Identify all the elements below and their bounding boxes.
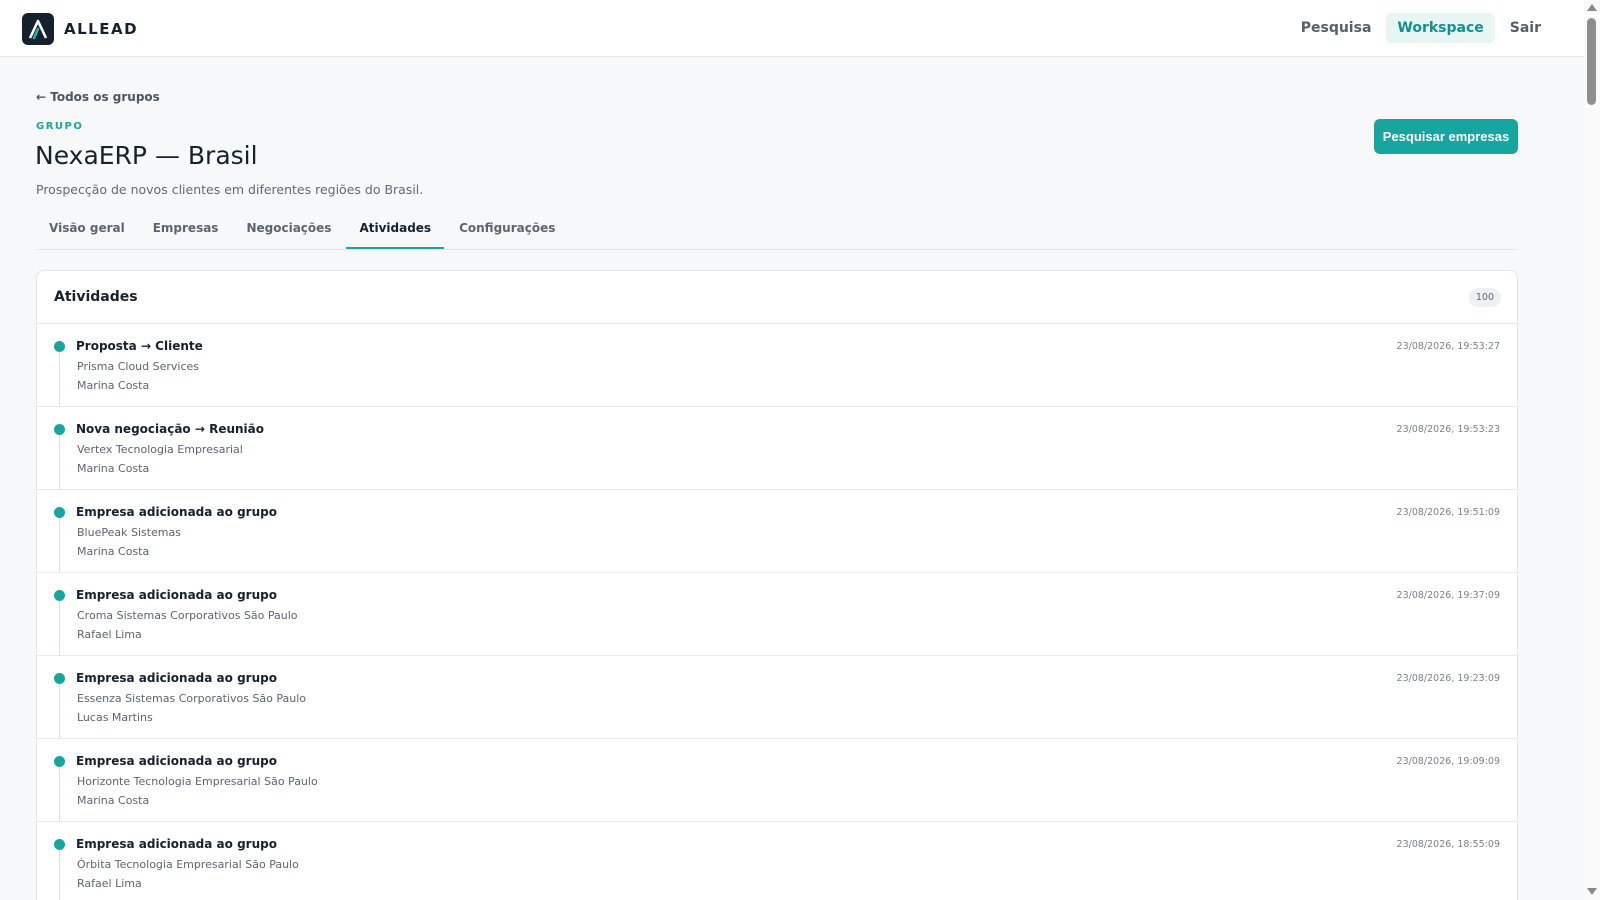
activity-title: Empresa adicionada ao grupo: [76, 837, 277, 851]
page-title: NexaERP — Brasil: [35, 141, 258, 170]
activity-dot-icon: [54, 590, 65, 601]
timeline-rail: [59, 684, 60, 739]
activity-title: Empresa adicionada ao grupo: [76, 588, 277, 602]
activity-dot-icon: [54, 424, 65, 435]
activity-item[interactable]: Empresa adicionada ao grupo Croma Sistem…: [37, 573, 1517, 656]
search-companies-button[interactable]: Pesquisar empresas: [1374, 119, 1518, 154]
tab-configuracoes[interactable]: Configurações: [446, 212, 568, 249]
activities-card-header: Atividades 100: [37, 271, 1517, 324]
activity-dot-icon: [54, 673, 65, 684]
timeline-rail: [59, 767, 60, 822]
activity-dot-icon: [54, 756, 65, 767]
activity-item[interactable]: Empresa adicionada ao grupo Órbita Tecno…: [37, 822, 1517, 900]
brand-name: ALLEAD: [64, 20, 139, 38]
brand[interactable]: ALLEAD: [22, 13, 138, 45]
back-to-groups-link[interactable]: ← Todos os grupos: [36, 90, 160, 104]
activity-dot-icon: [54, 341, 65, 352]
activity-timestamp: 23/08/2026, 19:51:09: [1396, 507, 1500, 518]
activity-title: Nova negociação → Reunião: [76, 422, 265, 436]
activity-timestamp: 23/08/2026, 19:37:09: [1396, 590, 1500, 601]
activity-company: Órbita Tecnologia Empresarial São Paulo: [77, 858, 299, 871]
nav-link-pesquisa[interactable]: Pesquisa: [1290, 13, 1383, 43]
page-subtitle: Prospecção de novos clientes em diferent…: [36, 182, 424, 197]
vertical-scrollbar[interactable]: [1584, 0, 1600, 900]
activity-user: Lucas Martins: [77, 711, 153, 724]
activity-company: Vertex Tecnologia Empresarial: [77, 443, 243, 456]
tab-empresas[interactable]: Empresas: [140, 212, 232, 249]
timeline-rail: [59, 601, 60, 656]
activity-title: Proposta → Cliente: [76, 339, 203, 353]
activity-title: Empresa adicionada ao grupo: [76, 754, 277, 768]
activity-user: Marina Costa: [77, 462, 150, 475]
activity-company: Horizonte Tecnologia Empresarial São Pau…: [77, 775, 318, 788]
activity-user: Rafael Lima: [77, 628, 142, 641]
activity-item[interactable]: Empresa adicionada ao grupo Horizonte Te…: [37, 739, 1517, 822]
activity-timestamp: 23/08/2026, 19:23:09: [1396, 673, 1500, 684]
activity-timestamp: 23/08/2026, 19:53:27: [1396, 341, 1500, 352]
activity-timestamp: 23/08/2026, 18:55:09: [1396, 839, 1500, 850]
activity-company: Essenza Sistemas Corporativos São Paulo: [77, 692, 307, 705]
top-navigation-bar: ALLEAD Pesquisa Workspace Sair: [0, 0, 1584, 57]
timeline-rail: [59, 352, 60, 407]
allead-logo-icon: [22, 13, 54, 45]
activity-item[interactable]: Empresa adicionada ao grupo BluePeak Sis…: [37, 490, 1517, 573]
activity-company: BluePeak Sistemas: [77, 526, 181, 539]
nav-link-sair[interactable]: Sair: [1499, 13, 1552, 43]
tab-negociacoes[interactable]: Negociações: [233, 212, 344, 249]
nav-link-workspace[interactable]: Workspace: [1386, 13, 1495, 43]
activity-user: Marina Costa: [77, 794, 150, 807]
timeline-rail: [59, 435, 60, 490]
timeline-rail: [59, 850, 60, 900]
activity-dot-icon: [54, 839, 65, 850]
timeline-rail: [59, 518, 60, 573]
activity-title: Empresa adicionada ao grupo: [76, 671, 277, 685]
activity-dot-icon: [54, 507, 65, 518]
scroll-down-arrow-icon[interactable]: [1587, 888, 1597, 895]
activities-card-title: Atividades: [54, 289, 138, 305]
activity-list: Proposta → Cliente Prisma Cloud Services…: [37, 324, 1517, 900]
top-nav: Pesquisa Workspace Sair: [1286, 13, 1552, 43]
activity-item[interactable]: Nova negociação → Reunião Vertex Tecnolo…: [37, 407, 1517, 490]
group-eyebrow-label: GRUPO: [36, 121, 84, 132]
activity-company: Prisma Cloud Services: [77, 360, 200, 373]
tab-visao-geral[interactable]: Visão geral: [36, 212, 138, 249]
group-tabs: Visão geral Empresas Negociações Ativida…: [36, 212, 1518, 250]
activity-user: Marina Costa: [77, 545, 150, 558]
scroll-up-arrow-icon[interactable]: [1587, 4, 1597, 11]
activity-user: Marina Costa: [77, 379, 150, 392]
activity-timestamp: 23/08/2026, 19:09:09: [1396, 756, 1500, 767]
activity-timestamp: 23/08/2026, 19:53:23: [1396, 424, 1500, 435]
activity-title: Empresa adicionada ao grupo: [76, 505, 277, 519]
scrollbar-thumb[interactable]: [1587, 18, 1596, 105]
activity-item[interactable]: Empresa adicionada ao grupo Essenza Sist…: [37, 656, 1517, 739]
activity-company: Croma Sistemas Corporativos São Paulo: [77, 609, 298, 622]
activities-count-badge: 100: [1468, 288, 1501, 307]
tab-atividades[interactable]: Atividades: [346, 212, 445, 249]
activity-item[interactable]: Proposta → Cliente Prisma Cloud Services…: [37, 324, 1517, 407]
activities-card: Atividades 100 Proposta → Cliente Prisma…: [36, 270, 1518, 900]
activity-user: Rafael Lima: [77, 877, 142, 890]
